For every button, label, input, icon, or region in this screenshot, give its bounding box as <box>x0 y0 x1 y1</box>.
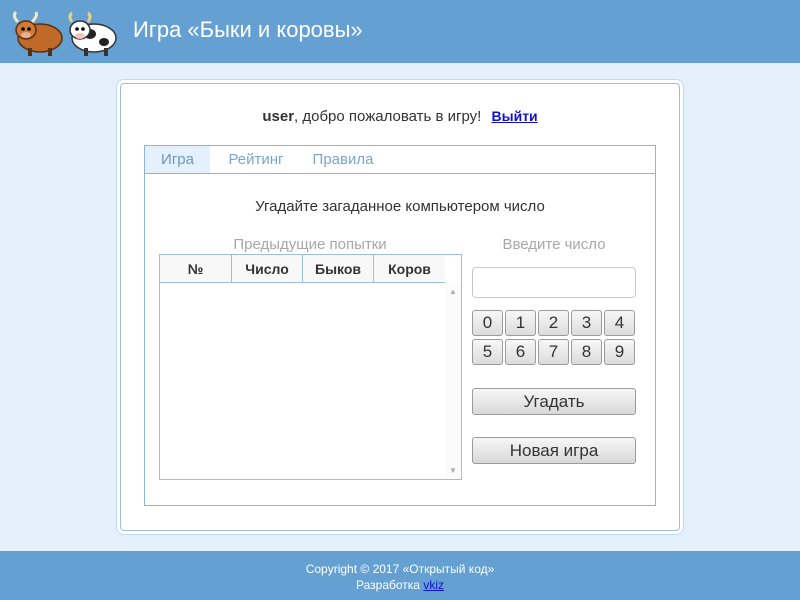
digit-key-6[interactable]: 6 <box>505 339 536 365</box>
attempts-table-header: № Число Быков Коров <box>160 255 445 283</box>
developer-line: Разработка vkiz <box>0 578 800 592</box>
instruction-text: Угадайте загаданное компьютером число <box>255 198 545 215</box>
username: user <box>262 108 295 125</box>
attempts-scrollbar[interactable]: ▲ ▼ <box>445 283 461 479</box>
new-game-button[interactable]: Новая игра <box>472 437 636 464</box>
column-cows[interactable]: Коров <box>374 255 445 283</box>
logout-link[interactable]: Выйти <box>492 108 538 124</box>
digit-keypad: 0 1 2 3 4 5 6 7 8 9 <box>472 310 638 366</box>
tab-rules[interactable]: Правила <box>303 146 383 173</box>
previous-attempts-label: Предыдущие попытки <box>233 236 387 253</box>
digit-key-0[interactable]: 0 <box>472 310 503 336</box>
bull-and-cow-logo-icon <box>12 10 117 56</box>
column-bulls[interactable]: Быков <box>303 255 374 283</box>
footer-bar: Copyright © 2017 «Открытый код» Разработ… <box>0 551 800 600</box>
digit-key-2[interactable]: 2 <box>538 310 569 336</box>
number-input[interactable] <box>472 267 636 298</box>
scroll-down-arrow-icon[interactable]: ▼ <box>449 466 457 475</box>
tab-rating[interactable]: Рейтинг <box>217 146 295 173</box>
copyright-text: Copyright © 2017 «Открытый код» <box>305 562 495 576</box>
digit-key-8[interactable]: 8 <box>571 339 602 365</box>
welcome-message: , добро пожаловать в игру! <box>294 108 482 125</box>
digit-key-9[interactable]: 9 <box>604 339 635 365</box>
digit-key-1[interactable]: 1 <box>505 310 536 336</box>
app-title: Игра «Быки и коровы» <box>133 17 363 42</box>
column-guess[interactable]: Число <box>232 255 303 283</box>
digit-key-3[interactable]: 3 <box>571 310 602 336</box>
developer-link[interactable]: vkiz <box>423 578 444 592</box>
guess-button[interactable]: Угадать <box>472 388 636 415</box>
game-card: user, добро пожаловать в игру! Выйти Игр… <box>120 83 680 531</box>
digit-key-4[interactable]: 4 <box>604 310 635 336</box>
scroll-up-arrow-icon[interactable]: ▲ <box>449 287 457 296</box>
column-number[interactable]: № <box>160 255 232 283</box>
welcome-line: user, добро пожаловать в игру! Выйти <box>121 108 679 125</box>
developer-prefix: Разработка <box>356 578 420 592</box>
header-bar: Игра «Быки и коровы» <box>0 0 800 63</box>
enter-number-label: Введите число <box>502 236 606 253</box>
tabs-panel: Игра Рейтинг Правила Угадайте загаданное… <box>144 145 656 506</box>
tab-bar: Игра Рейтинг Правила <box>145 146 655 174</box>
digit-key-7[interactable]: 7 <box>538 339 569 365</box>
digit-key-5[interactable]: 5 <box>472 339 503 365</box>
attempts-table: № Число Быков Коров ▲ ▼ <box>159 254 462 480</box>
tab-game[interactable]: Игра <box>145 146 210 173</box>
